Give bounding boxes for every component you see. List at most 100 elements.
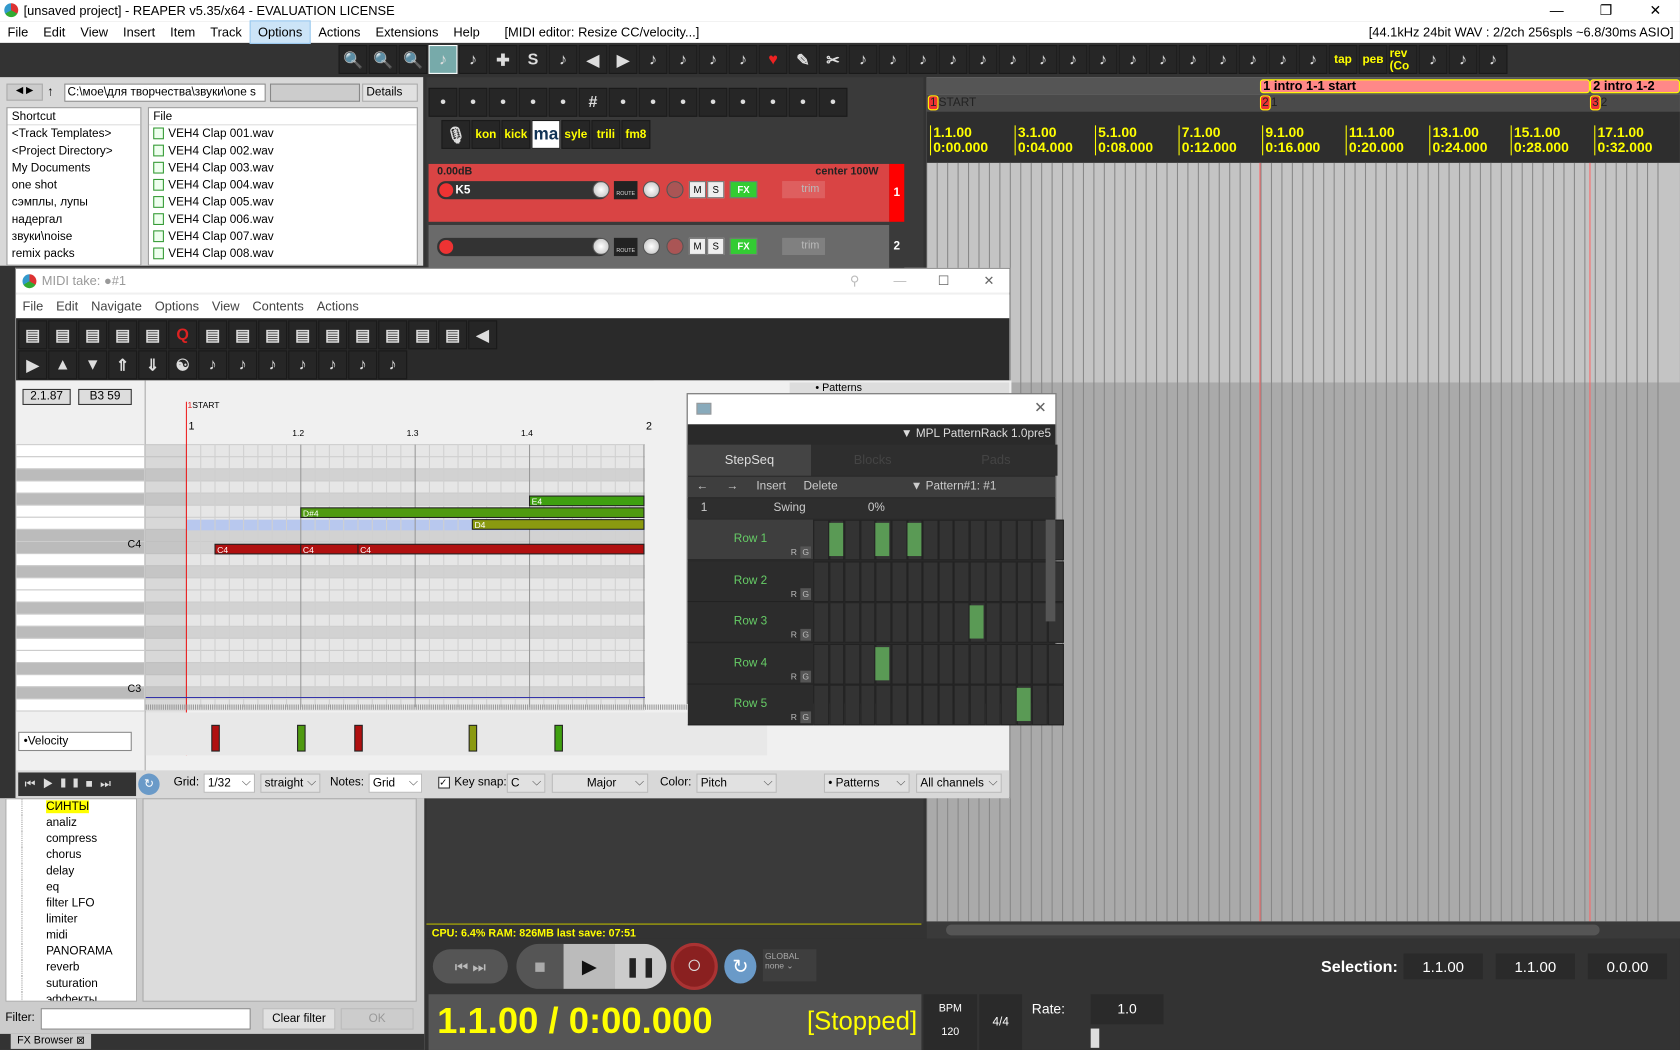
- marker[interactable]: 32: [1589, 95, 1607, 111]
- close-button[interactable]: ✕: [983, 269, 994, 293]
- view-select[interactable]: Details: [362, 83, 418, 102]
- clear-filter-button[interactable]: Clear filter: [262, 1008, 336, 1030]
- note-up8-icon[interactable]: ♪: [1238, 44, 1268, 74]
- selection-start[interactable]: 1.1.00: [1403, 953, 1483, 980]
- wave-icon[interactable]: ♪: [938, 44, 968, 74]
- step-cell[interactable]: [813, 684, 829, 726]
- file-item[interactable]: VEH4 Clap 003.wav: [149, 160, 417, 177]
- zoom-out-icon[interactable]: ▤: [438, 320, 468, 350]
- step-cell[interactable]: [938, 519, 954, 561]
- down-icon[interactable]: ▼: [78, 350, 108, 380]
- piano-key[interactable]: [16, 662, 146, 676]
- shortcut-item[interactable]: <Track Templates>: [7, 125, 140, 142]
- step-cell[interactable]: [875, 602, 892, 643]
- notes-select[interactable]: Grid: [368, 773, 423, 793]
- step-cell[interactable]: [922, 560, 939, 602]
- generate-button[interactable]: G: [800, 711, 812, 724]
- piano-key[interactable]: [16, 674, 146, 688]
- minimize-button[interactable]: —: [1532, 0, 1581, 21]
- search-input[interactable]: [269, 83, 360, 102]
- midi-transport[interactable]: ⏮▶❚❚■⏭: [18, 772, 137, 797]
- target-icon[interactable]: ♪: [428, 44, 458, 74]
- step-cell[interactable]: [1016, 519, 1033, 561]
- close-button[interactable]: ✕: [1631, 0, 1680, 21]
- toolbar-button-33[interactable]: tap: [1328, 44, 1358, 74]
- fx-folder[interactable]: analiz: [21, 815, 136, 832]
- cc-icon[interactable]: ▤: [198, 320, 228, 350]
- track-name-field[interactable]: [437, 237, 609, 257]
- insert-icon[interactable]: ▤: [288, 320, 318, 350]
- trim-button[interactable]: trim: [782, 181, 825, 199]
- link-add-icon[interactable]: ♪: [548, 44, 578, 74]
- loop-check-icon[interactable]: •: [518, 87, 548, 117]
- x-box-icon[interactable]: ♪: [878, 44, 908, 74]
- bracket-icon[interactable]: ♪: [1028, 44, 1058, 74]
- step-cell[interactable]: [1000, 684, 1017, 726]
- velocity-bar[interactable]: [354, 724, 363, 752]
- step-cell[interactable]: [891, 560, 908, 602]
- step-cell[interactable]: [985, 560, 1001, 602]
- track-name-field[interactable]: K5: [437, 181, 609, 200]
- random-button[interactable]: R: [789, 670, 800, 682]
- zoom-fit-icon[interactable]: 🔍: [398, 44, 428, 74]
- quantize-icon[interactable]: Q: [168, 320, 198, 350]
- pencil-icon[interactable]: •: [818, 87, 848, 117]
- note-plus-icon[interactable]: ♪: [318, 350, 348, 380]
- wave2-icon[interactable]: ♪: [1448, 44, 1478, 74]
- menu-actions[interactable]: Actions: [311, 21, 368, 42]
- active-step[interactable]: [1016, 687, 1031, 722]
- shortcut-item[interactable]: one shot: [7, 177, 140, 194]
- delete-button[interactable]: Delete: [804, 477, 838, 497]
- step-cell[interactable]: [1000, 560, 1017, 602]
- region[interactable]: 1 intro 1-1 start: [1259, 79, 1590, 94]
- ruler-icon[interactable]: ♪: [728, 44, 758, 74]
- step-cell[interactable]: [953, 602, 970, 643]
- file-item[interactable]: VEH4 Clap 002.wav: [149, 142, 417, 159]
- vel-up-icon[interactable]: ♪: [198, 350, 228, 380]
- close-button[interactable]: ✕: [1034, 399, 1047, 417]
- group-icon[interactable]: •: [788, 87, 818, 117]
- time-signature[interactable]: 4/4: [979, 994, 1023, 1050]
- zoom-icon[interactable]: 🔍: [338, 44, 368, 74]
- velocity-bar[interactable]: [468, 724, 478, 752]
- repeat-button[interactable]: ↻: [724, 949, 757, 984]
- menu-options[interactable]: Options: [249, 20, 311, 44]
- toolbar-button-trili[interactable]: trili: [591, 119, 621, 149]
- add-icon[interactable]: ✚: [488, 44, 518, 74]
- grid-type-select[interactable]: straight: [260, 773, 321, 793]
- path-input[interactable]: C:\мое\для творчества\звуки\one s: [64, 83, 266, 102]
- link-icon[interactable]: •: [638, 87, 668, 117]
- skip-buttons[interactable]: ⏮ ⏭: [432, 949, 508, 984]
- piano-key[interactable]: [16, 480, 146, 494]
- step-cell[interactable]: [1000, 643, 1017, 685]
- pr-version-menu[interactable]: ▼ MPL PatternRack 1.0pre5: [901, 427, 1051, 440]
- pan-knob[interactable]: [642, 181, 660, 199]
- helmet-icon[interactable]: •: [428, 87, 458, 117]
- active-step[interactable]: [907, 522, 921, 557]
- step-cell[interactable]: [875, 560, 892, 602]
- event-list-icon[interactable]: ▤: [138, 320, 168, 350]
- piano-key[interactable]: [16, 589, 146, 603]
- cursor-pitch[interactable]: B3 59: [78, 388, 132, 405]
- step-cell[interactable]: [907, 643, 923, 685]
- prev-arrow-icon[interactable]: ←: [696, 477, 708, 497]
- vel-down-icon[interactable]: ♪: [228, 350, 258, 380]
- repeat-toggle[interactable]: ↻: [138, 773, 160, 795]
- toolbar-button-fm8[interactable]: fm8: [621, 119, 651, 149]
- pr-scrollbar[interactable]: [1045, 519, 1056, 622]
- step-cell[interactable]: [922, 684, 939, 726]
- route-button[interactable]: ROUTE: [613, 181, 638, 200]
- piano-key[interactable]: [16, 540, 146, 555]
- left-arrow-icon[interactable]: ◀: [468, 320, 498, 350]
- marker[interactable]: 21: [1259, 95, 1277, 111]
- toolbar-button-34[interactable]: рев: [1358, 44, 1388, 74]
- fx-folder[interactable]: PANORAMA: [21, 943, 136, 960]
- next-icon[interactable]: ▶: [608, 44, 638, 74]
- step-cell[interactable]: [891, 643, 908, 685]
- step-cell[interactable]: [1016, 560, 1033, 602]
- width-knob[interactable]: [666, 181, 684, 199]
- piano-key[interactable]: [16, 698, 146, 712]
- help-book-icon[interactable]: ♪: [378, 350, 408, 380]
- piano-key[interactable]: [16, 553, 146, 567]
- split-icon[interactable]: •: [758, 87, 788, 117]
